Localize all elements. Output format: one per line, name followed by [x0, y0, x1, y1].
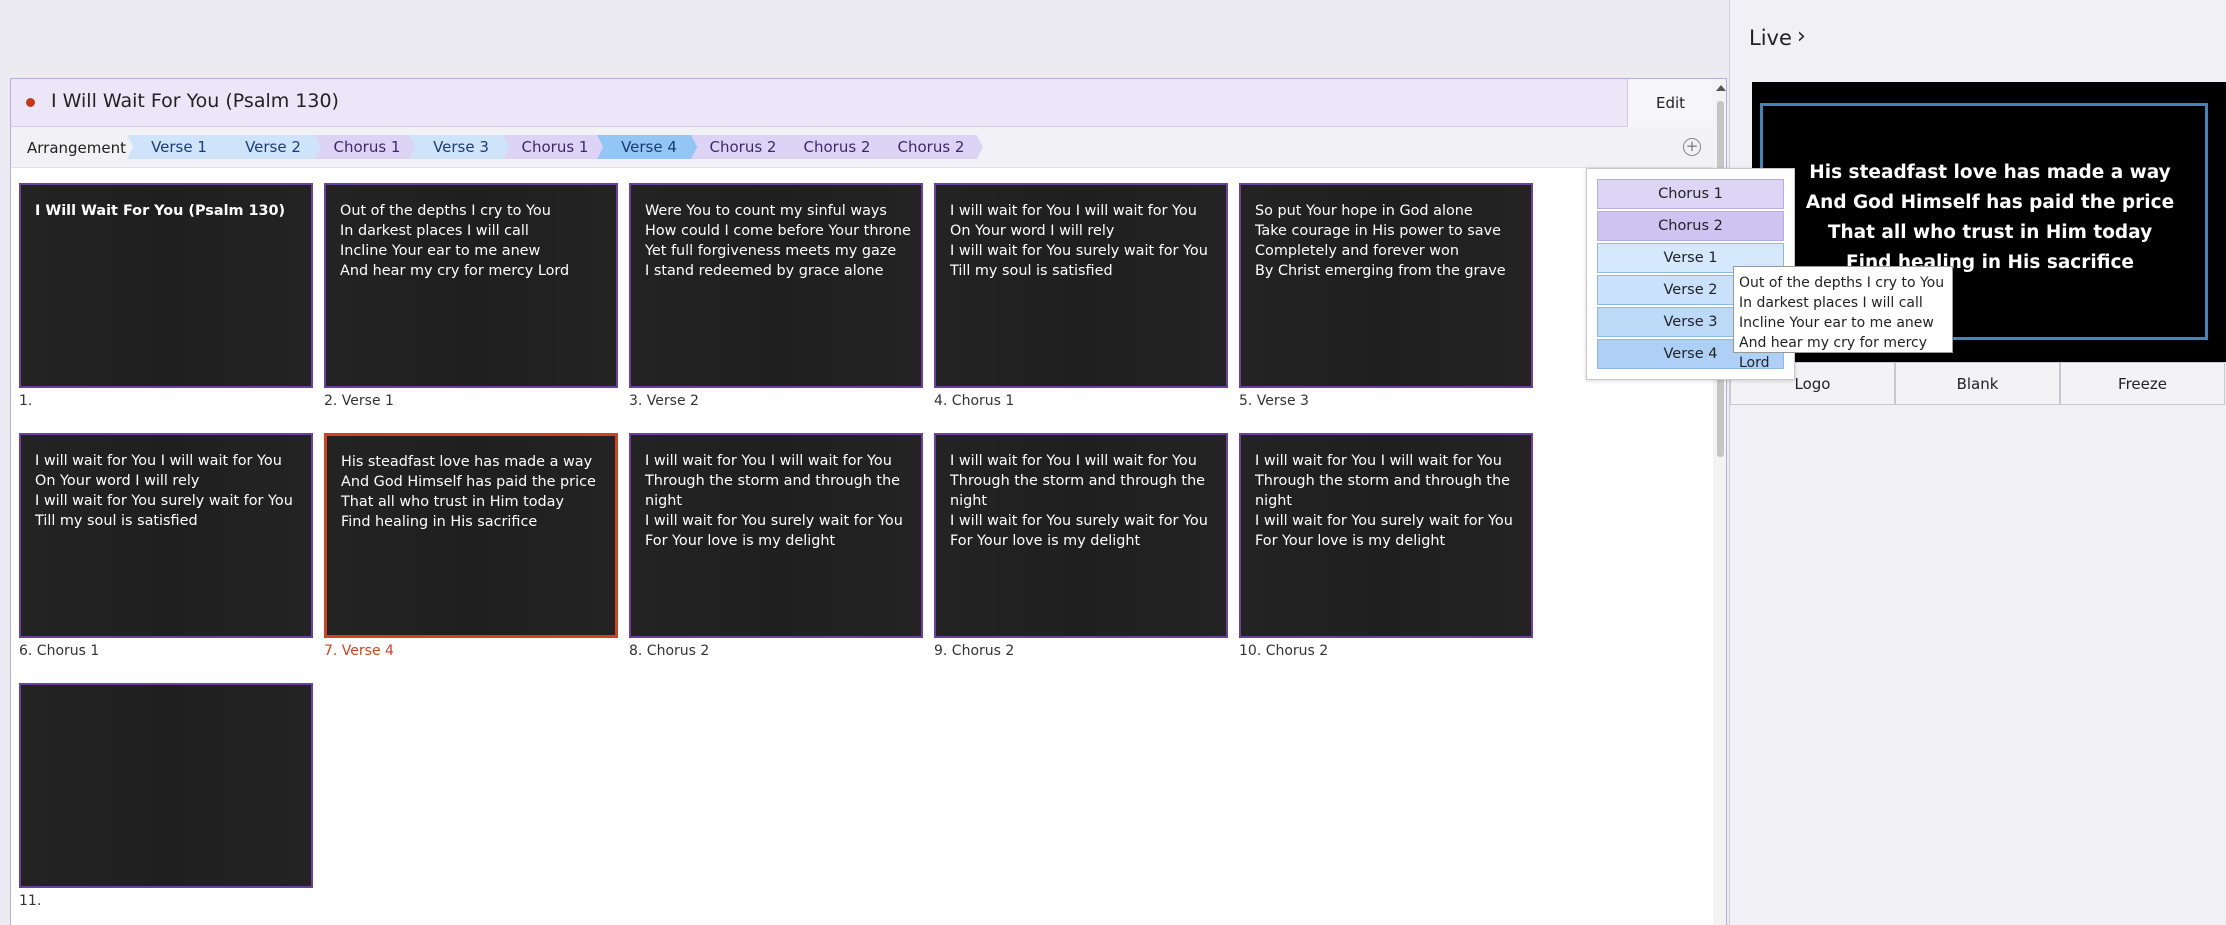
arrangement-chip[interactable]: Verse 3 — [409, 135, 513, 159]
slide-text: I will wait for You I will wait for You … — [950, 453, 1208, 549]
slide-caption: 8. Chorus 2 — [629, 643, 710, 659]
plus-circle-icon[interactable]: + — [1683, 138, 1701, 156]
live-text: His steadfast love has made a way And Go… — [1805, 162, 2175, 273]
section-option[interactable]: Chorus 1 — [1597, 179, 1784, 209]
slide-text: His steadfast love has made a way And Go… — [341, 454, 596, 530]
live-indicator-dot — [26, 98, 35, 107]
slide-text: So put Your hope in God alone Take coura… — [1255, 203, 1506, 279]
arrangement-chip[interactable]: Chorus 2 — [785, 135, 889, 159]
slide-text: I will wait for You I will wait for You … — [35, 453, 293, 529]
slide-caption: 2. Verse 1 — [324, 393, 394, 409]
slide-thumbnail[interactable]: I will wait for You I will wait for You … — [934, 183, 1228, 388]
section-option[interactable]: Chorus 2 — [1597, 211, 1784, 241]
song-panel: I Will Wait For You (Psalm 130) Edit Arr… — [10, 78, 1727, 925]
slide-thumbnail[interactable]: I will wait for You I will wait for You … — [629, 433, 923, 638]
arrangement-bar: Arrangement Verse 1 Verse 2 Chorus 1 Verse … — [11, 127, 1713, 168]
arrangement-chip[interactable]: Chorus 1 — [503, 135, 607, 159]
arrangement-chip[interactable]: Verse 2 — [221, 135, 325, 159]
chevron-right-icon[interactable]: › — [1797, 24, 1806, 49]
slide-caption: 6. Chorus 1 — [19, 643, 100, 659]
slide-text: I will wait for You I will wait for You … — [645, 453, 903, 549]
slide-caption: 4. Chorus 1 — [934, 393, 1015, 409]
slide-caption: 7. Verse 4 — [324, 643, 394, 659]
arrangement-chip[interactable]: Chorus 2 — [879, 135, 983, 159]
arrangement-chip[interactable]: Chorus 1 — [315, 135, 419, 159]
slide-text: I will wait for You I will wait for You … — [1255, 453, 1513, 549]
arrangement-chip[interactable]: Chorus 2 — [691, 135, 795, 159]
slide-caption: 1. — [19, 393, 33, 409]
section-tooltip: Out of the depths I cry to You In darkes… — [1733, 266, 1953, 371]
arrangement-label: Arrangement — [27, 139, 127, 157]
live-title[interactable]: Live — [1749, 26, 1792, 50]
slide-text: I will wait for You I will wait for You … — [950, 203, 1208, 279]
scroll-up-arrow-icon[interactable] — [1716, 85, 1726, 91]
slide-thumbnail[interactable]: I will wait for You I will wait for You … — [934, 433, 1228, 638]
slide-text: Out of the depths I cry to You In darkes… — [340, 203, 570, 279]
slide-thumbnail[interactable] — [19, 683, 313, 888]
slide-caption: 11. — [19, 893, 42, 909]
slide-thumbnail[interactable]: I will wait for You I will wait for You … — [1239, 433, 1533, 638]
slide-caption: 9. Chorus 2 — [934, 643, 1015, 659]
slide-thumbnail[interactable]: Were You to count my sinful ways How cou… — [629, 183, 923, 388]
slide-caption: 5. Verse 3 — [1239, 393, 1309, 409]
slide-thumbnail[interactable]: I will wait for You I will wait for You … — [19, 433, 313, 638]
song-title: I Will Wait For You (Psalm 130) — [51, 90, 339, 112]
arrangement-chip[interactable]: Verse 1 — [127, 135, 231, 159]
live-panel: Live › His steadfast love has made a way… — [1729, 0, 2226, 925]
slide-caption: 3. Verse 2 — [629, 393, 699, 409]
freeze-button[interactable]: Freeze — [2060, 362, 2225, 405]
slide-thumbnail[interactable]: Out of the depths I cry to You In darkes… — [324, 183, 618, 388]
arrangement-chip[interactable]: Verse 4 — [597, 135, 701, 159]
slide-text: I Will Wait For You (Psalm 130) — [35, 203, 286, 219]
slide-thumbnail[interactable]: So put Your hope in God alone Take coura… — [1239, 183, 1533, 388]
blank-button[interactable]: Blank — [1895, 362, 2060, 405]
slide-text: Were You to count my sinful ways How cou… — [645, 203, 911, 279]
slide-thumbnail[interactable]: I Will Wait For You (Psalm 130) — [19, 183, 313, 388]
slide-caption: 10. Chorus 2 — [1239, 643, 1329, 659]
edit-button[interactable]: Edit — [1627, 79, 1713, 127]
song-header: I Will Wait For You (Psalm 130) Edit — [11, 79, 1713, 127]
slide-thumbnail[interactable]: His steadfast love has made a way And Go… — [324, 433, 618, 638]
